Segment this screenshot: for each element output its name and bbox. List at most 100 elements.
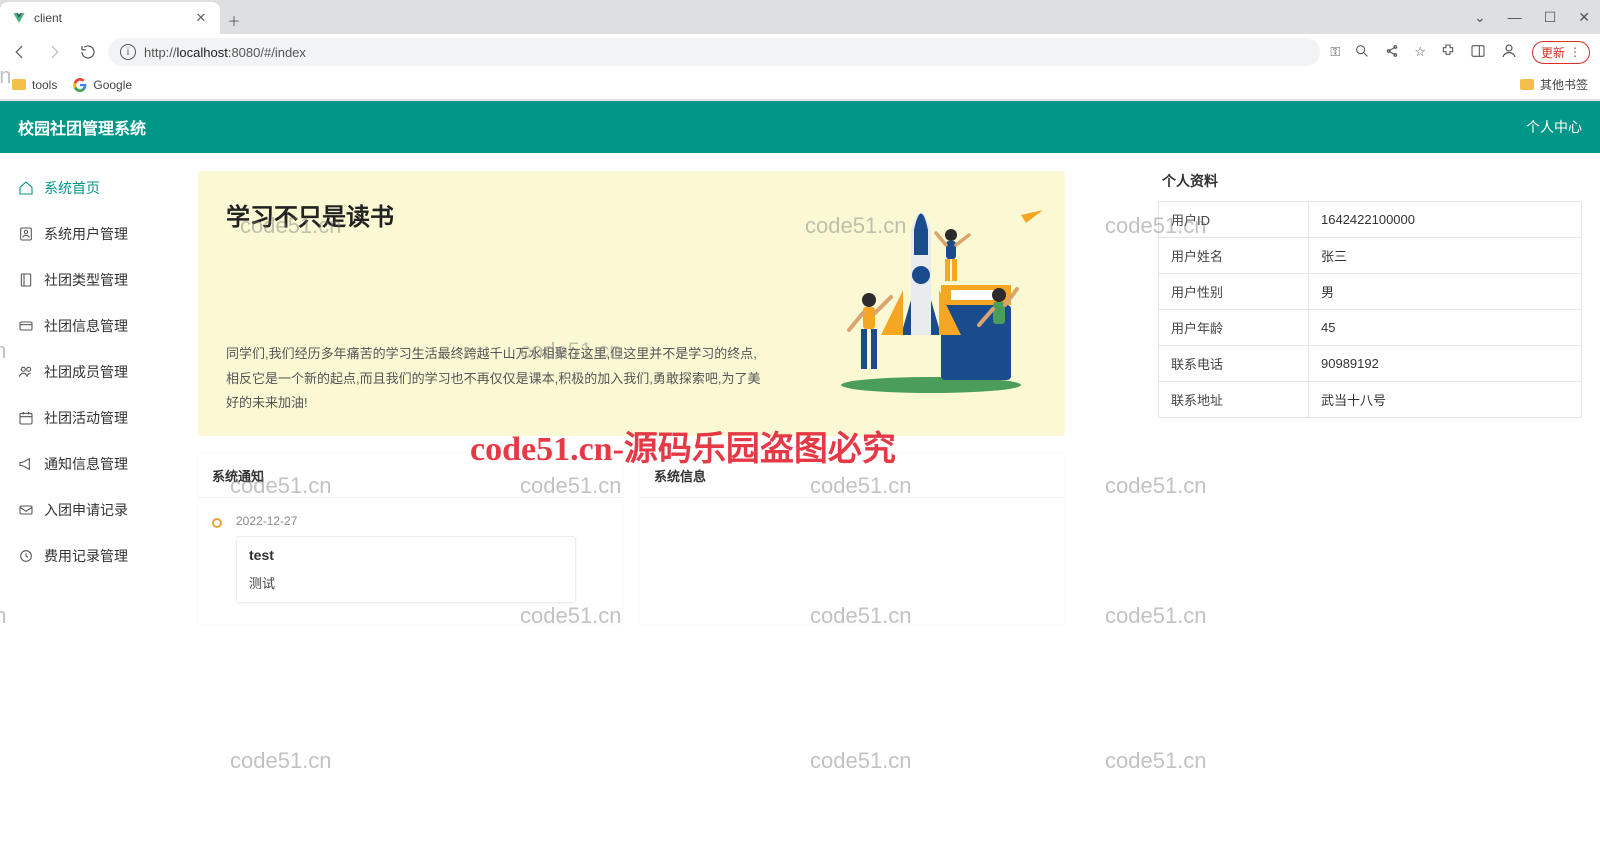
browser-tab[interactable]: client ✕ [0, 2, 220, 34]
calendar-icon [18, 410, 34, 426]
sidebar-item-label: 系统首页 [44, 178, 100, 198]
share-icon[interactable] [1384, 43, 1400, 62]
nav-icons [10, 42, 98, 62]
sidebar-item-notice[interactable]: 通知信息管理 [0, 441, 180, 487]
content-area: 学习不只是读书 同学们,我们经历多年痛苦的学习生活最终跨越千山万水相聚在这里,但… [180, 153, 1600, 861]
update-button[interactable]: 更新 ⋮ [1532, 41, 1590, 64]
sidebar-item-home[interactable]: 系统首页 [0, 165, 180, 211]
close-icon[interactable]: ✕ [1578, 9, 1590, 26]
table-row: 联系电话90989192 [1159, 346, 1582, 382]
hero-description: 同学们,我们经历多年痛苦的学习生活最终跨越千山万水相聚在这里,但这里并不是学习的… [226, 342, 761, 416]
notice-card-body: 测试 [249, 573, 563, 592]
profile-value: 张三 [1309, 238, 1582, 274]
profile-value: 90989192 [1309, 346, 1582, 382]
rocket-illustration [811, 185, 1051, 395]
app-title: 校园社团管理系统 [18, 115, 146, 139]
panels-row: 系统通知 2022-12-27 test 测试 [198, 454, 1138, 624]
table-row: 用户年龄45 [1159, 310, 1582, 346]
bookmark-label: Google [93, 78, 132, 92]
megaphone-icon [18, 456, 34, 472]
panel-body: 2022-12-27 test 测试 [198, 498, 622, 619]
sidebar-item-users[interactable]: 系统用户管理 [0, 211, 180, 257]
members-icon [18, 364, 34, 380]
timeline-dot-icon [212, 518, 222, 528]
new-tab-button[interactable]: ＋ [220, 6, 248, 34]
profile-value: 45 [1309, 310, 1582, 346]
side-panel-icon[interactable] [1470, 43, 1486, 62]
sidebar-item-label: 入团申请记录 [44, 500, 128, 520]
star-icon[interactable]: ☆ [1414, 44, 1426, 60]
notice-card-title: test [249, 547, 563, 563]
sidebar-item-label: 社团信息管理 [44, 316, 128, 336]
profile-icon[interactable] [1500, 42, 1518, 63]
profile-key: 用户ID [1159, 202, 1309, 238]
url-rest: :8080/#/index [228, 45, 306, 60]
bookmarks-bar: tools Google 其他书签 [0, 70, 1600, 100]
update-label: 更新 [1541, 44, 1565, 61]
extensions-icon[interactable] [1440, 43, 1456, 62]
tab-strip: client ✕ ＋ ⌄ — ☐ ✕ [0, 0, 1600, 34]
home-icon [18, 180, 34, 196]
left-column: 学习不只是读书 同学们,我们经历多年痛苦的学习生活最终跨越千山万水相聚在这里,但… [198, 171, 1138, 624]
table-row: 用户性别男 [1159, 274, 1582, 310]
sidebar-item-fees[interactable]: 费用记录管理 [0, 533, 180, 579]
address-row: i http://localhost:8080/#/index ⚿ ☆ 更新 ⋮ [0, 34, 1600, 70]
tab-title: client [34, 11, 186, 25]
google-icon [73, 78, 87, 92]
profile-key: 联系电话 [1159, 346, 1309, 382]
profile-title: 个人资料 [1158, 171, 1582, 201]
sidebar-item-activities[interactable]: 社团活动管理 [0, 395, 180, 441]
profile-value: 男 [1309, 274, 1582, 310]
bookmark-label: tools [32, 78, 57, 92]
sidebar-item-apply[interactable]: 入团申请记录 [0, 487, 180, 533]
back-icon[interactable] [10, 42, 30, 62]
profile-value: 1642422100000 [1309, 202, 1582, 238]
sidebar-item-types[interactable]: 社团类型管理 [0, 257, 180, 303]
panel-title: 系统信息 [640, 454, 1064, 498]
bookmark-google[interactable]: Google [73, 78, 132, 92]
minimize-icon[interactable]: — [1508, 9, 1522, 25]
forward-icon[interactable] [44, 42, 64, 62]
site-info-icon[interactable]: i [120, 44, 136, 60]
timeline-item: 2022-12-27 test 测试 [212, 508, 608, 609]
vue-favicon-icon [12, 11, 26, 25]
table-row: 用户ID1642422100000 [1159, 202, 1582, 238]
panel-body [640, 498, 1064, 518]
url-prefix: http:// [144, 45, 177, 60]
zoom-icon[interactable] [1354, 43, 1370, 62]
profile-key: 用户姓名 [1159, 238, 1309, 274]
panel-notice: 系统通知 2022-12-27 test 测试 [198, 454, 622, 624]
bookmark-tools[interactable]: tools [12, 78, 57, 92]
mail-icon [18, 502, 34, 518]
key-icon[interactable]: ⚿ [1330, 44, 1340, 60]
address-bar[interactable]: i http://localhost:8080/#/index [108, 38, 1320, 66]
tab-close-icon[interactable]: ✕ [194, 11, 208, 25]
sidebar-item-label: 通知信息管理 [44, 454, 128, 474]
hero-banner: 学习不只是读书 同学们,我们经历多年痛苦的学习生活最终跨越千山万水相聚在这里,但… [198, 171, 1065, 436]
browser-chrome: client ✕ ＋ ⌄ — ☐ ✕ i http://localhost:80… [0, 0, 1600, 101]
table-row: 联系地址武当十八号 [1159, 382, 1582, 418]
notice-card[interactable]: test 测试 [236, 536, 576, 603]
timeline-date: 2022-12-27 [236, 514, 608, 528]
toolbar-right: ⚿ ☆ 更新 ⋮ [1330, 41, 1590, 64]
user-icon [18, 226, 34, 242]
folder-icon [1520, 79, 1534, 90]
bookmark-other[interactable]: 其他书签 [1520, 76, 1588, 93]
bookmark-label: 其他书签 [1540, 76, 1588, 93]
url-text: http://localhost:8080/#/index [144, 45, 306, 60]
dropdown-icon[interactable]: ⌄ [1474, 9, 1486, 26]
sidebar-item-members[interactable]: 社团成员管理 [0, 349, 180, 395]
sidebar: 系统首页 系统用户管理 社团类型管理 社团信息管理 社团成员管理 社团活动管理 … [0, 153, 180, 861]
sidebar-item-label: 系统用户管理 [44, 224, 128, 244]
app-viewport: 系统首页 系统用户管理 社团类型管理 社团信息管理 社团成员管理 社团活动管理 … [0, 153, 1600, 861]
profile-key: 联系地址 [1159, 382, 1309, 418]
maximize-icon[interactable]: ☐ [1544, 9, 1557, 26]
reload-icon[interactable] [78, 42, 98, 62]
profile-panel: 个人资料 用户ID1642422100000 用户姓名张三 用户性别男 用户年龄… [1158, 171, 1582, 418]
url-host: localhost [177, 45, 228, 60]
folder-icon [12, 79, 26, 90]
book-icon [18, 272, 34, 288]
sidebar-item-clubinfo[interactable]: 社团信息管理 [0, 303, 180, 349]
sidebar-item-label: 社团成员管理 [44, 362, 128, 382]
user-menu[interactable]: 个人中心 [1526, 117, 1582, 137]
